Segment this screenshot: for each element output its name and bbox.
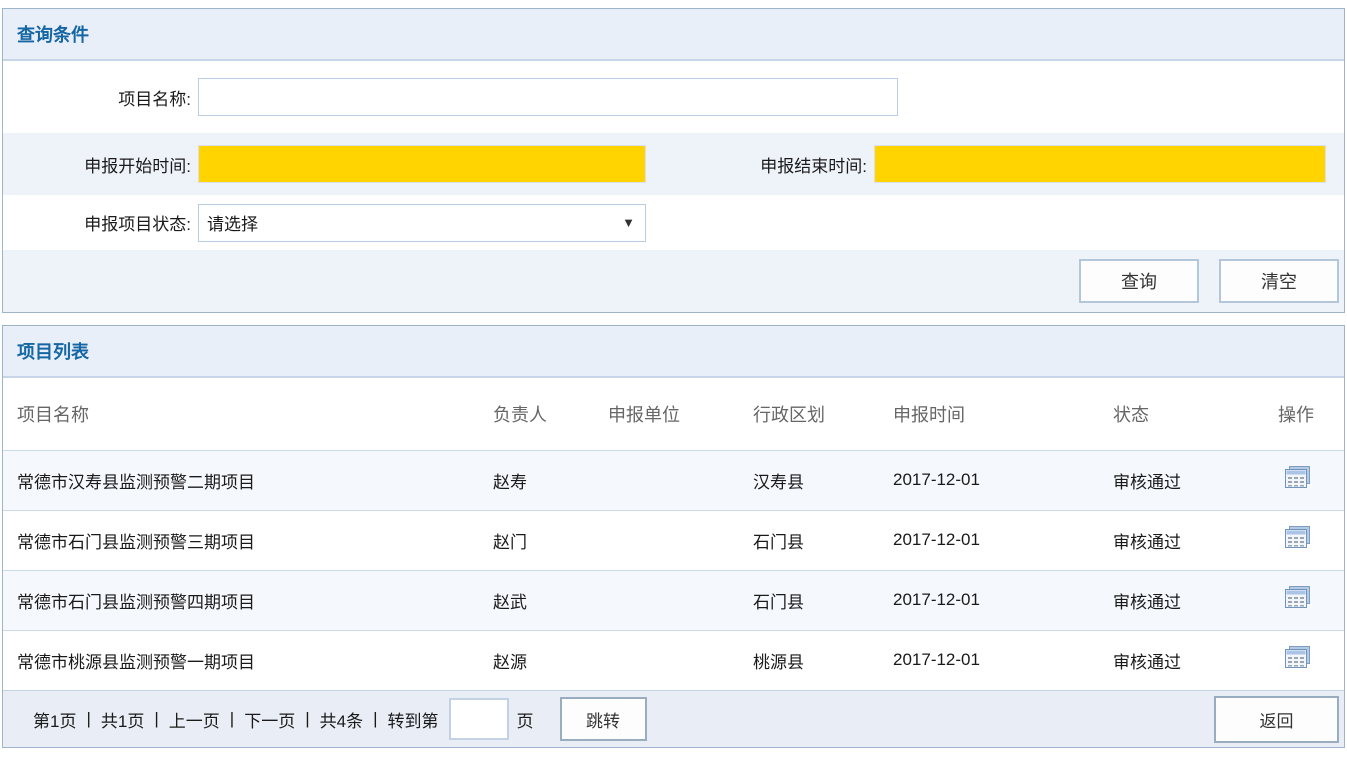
cell-status: 审核通过 xyxy=(1113,570,1278,630)
separator: | xyxy=(154,709,158,729)
cell-region: 石门县 xyxy=(753,510,893,570)
separator: | xyxy=(305,709,309,729)
table-row: 常德市石门县监测预警四期项目 赵武 石门县 2017-12-01 审核通过 xyxy=(3,570,1344,630)
view-detail-table-icon[interactable] xyxy=(1284,586,1311,609)
next-page-link[interactable]: 下一页 xyxy=(244,707,295,732)
prev-page-link[interactable]: 上一页 xyxy=(169,707,220,732)
cell-unit xyxy=(608,510,753,570)
separator: | xyxy=(86,709,90,729)
view-detail-table-icon[interactable] xyxy=(1284,526,1311,549)
cell-owner: 赵武 xyxy=(493,570,608,630)
goto-page-input[interactable] xyxy=(449,698,509,740)
goto-suffix-label: 页 xyxy=(517,707,534,732)
cell-owner: 赵源 xyxy=(493,630,608,690)
cell-date: 2017-12-01 xyxy=(893,630,1113,690)
goto-prefix-label: 转到第 xyxy=(388,707,439,732)
col-status: 状态 xyxy=(1113,378,1278,450)
cell-status: 审核通过 xyxy=(1113,450,1278,510)
cell-date: 2017-12-01 xyxy=(893,450,1113,510)
cell-project-name: 常德市汉寿县监测预警二期项目 xyxy=(3,450,493,510)
cell-project-name: 常德市桃源县监测预警一期项目 xyxy=(3,630,493,690)
cell-region: 汉寿县 xyxy=(753,450,893,510)
separator: | xyxy=(373,709,377,729)
page: 查询条件 项目名称: 申报开始时间: 申报结束时间: 申报项目状态: 请选择 ▼… xyxy=(0,0,1347,750)
cell-status: 审核通过 xyxy=(1113,510,1278,570)
cell-status: 审核通过 xyxy=(1113,630,1278,690)
status-selected-value: 请选择 xyxy=(207,210,258,235)
query-actions-row: 查询 清空 xyxy=(3,250,1344,312)
project-name-input[interactable] xyxy=(198,78,898,116)
project-list-panel: 项目列表 项目名称 负责人 申报单位 行政区划 申报时间 状态 操作 常德市 xyxy=(2,325,1345,748)
cell-project-name: 常德市石门县监测预警三期项目 xyxy=(3,510,493,570)
cell-region: 桃源县 xyxy=(753,630,893,690)
col-owner: 负责人 xyxy=(493,378,608,450)
cell-unit xyxy=(608,630,753,690)
query-panel-title: 查询条件 xyxy=(3,9,1344,61)
cell-unit xyxy=(608,450,753,510)
cell-operation xyxy=(1278,630,1344,690)
project-table: 项目名称 负责人 申报单位 行政区划 申报时间 状态 操作 常德市汉寿县监测预警… xyxy=(3,378,1344,690)
view-detail-table-icon[interactable] xyxy=(1284,646,1311,669)
status-label: 申报项目状态: xyxy=(3,210,198,235)
status-select[interactable]: 请选择 ▼ xyxy=(198,204,646,242)
view-detail-table-icon[interactable] xyxy=(1284,466,1311,489)
query-panel: 查询条件 项目名称: 申报开始时间: 申报结束时间: 申报项目状态: 请选择 ▼… xyxy=(2,8,1345,313)
cell-project-name: 常德市石门县监测预警四期项目 xyxy=(3,570,493,630)
table-row: 常德市汉寿县监测预警二期项目 赵寿 汉寿县 2017-12-01 审核通过 xyxy=(3,450,1344,510)
clear-button[interactable]: 清空 xyxy=(1219,259,1339,303)
project-list-title: 项目列表 xyxy=(3,326,1344,378)
col-unit: 申报单位 xyxy=(608,378,753,450)
start-time-input[interactable] xyxy=(198,145,646,183)
cell-unit xyxy=(608,570,753,630)
cell-owner: 赵寿 xyxy=(493,450,608,510)
cell-owner: 赵门 xyxy=(493,510,608,570)
project-name-label: 项目名称: xyxy=(3,85,198,110)
pagination-bar: 第1页 | 共1页 | 上一页 | 下一页 | 共4条 | 转到第 页 跳转 返… xyxy=(3,690,1344,747)
chevron-down-icon: ▼ xyxy=(622,215,635,230)
cell-date: 2017-12-01 xyxy=(893,570,1113,630)
end-time-label: 申报结束时间: xyxy=(646,152,874,177)
project-name-row: 项目名称: xyxy=(3,61,1344,133)
table-header-row: 项目名称 负责人 申报单位 行政区划 申报时间 状态 操作 xyxy=(3,378,1344,450)
table-row: 常德市石门县监测预警三期项目 赵门 石门县 2017-12-01 审核通过 xyxy=(3,510,1344,570)
cell-region: 石门县 xyxy=(753,570,893,630)
start-time-label: 申报开始时间: xyxy=(3,152,198,177)
cell-date: 2017-12-01 xyxy=(893,510,1113,570)
project-status-row: 申报项目状态: 请选择 ▼ xyxy=(3,195,1344,250)
cell-operation xyxy=(1278,570,1344,630)
col-operation: 操作 xyxy=(1278,378,1344,450)
separator: | xyxy=(230,709,234,729)
total-items-label: 共4条 xyxy=(320,707,363,732)
query-button[interactable]: 查询 xyxy=(1079,259,1199,303)
col-region: 行政区划 xyxy=(753,378,893,450)
end-time-input[interactable] xyxy=(874,145,1326,183)
col-project-name: 项目名称 xyxy=(3,378,493,450)
table-row: 常德市桃源县监测预警一期项目 赵源 桃源县 2017-12-01 审核通过 xyxy=(3,630,1344,690)
cell-operation xyxy=(1278,510,1344,570)
total-pages-label: 共1页 xyxy=(101,707,144,732)
col-date: 申报时间 xyxy=(893,378,1113,450)
cell-operation xyxy=(1278,450,1344,510)
back-button[interactable]: 返回 xyxy=(1214,696,1339,743)
jump-button[interactable]: 跳转 xyxy=(560,697,647,741)
declare-time-row: 申报开始时间: 申报结束时间: xyxy=(3,133,1344,195)
current-page-label: 第1页 xyxy=(33,707,76,732)
